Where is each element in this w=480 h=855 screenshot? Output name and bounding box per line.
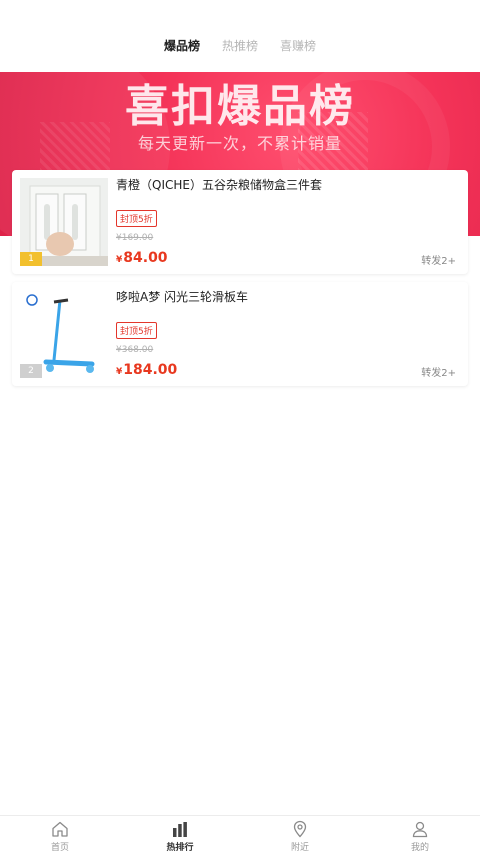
nav-hot-ranking[interactable]: 热排行 [120,816,240,855]
banner-title: 喜扣爆品榜 [125,81,355,132]
product-card[interactable]: 1 青橙（QICHE）五谷杂粮储物盒三件套 封顶5折 ¥169.00 ¥84.0… [12,170,468,274]
tab-earnings[interactable]: 喜赚榜 [280,37,316,54]
price-value: 84.00 [123,250,168,266]
user-icon [412,821,428,838]
nav-label: 附近 [290,843,309,853]
nav-label: 我的 [410,843,429,853]
discount-badge: 封顶5折 [116,210,157,227]
product-card[interactable]: 2 哆啦A梦 闪光三轮滑板车 封顶5折 ¥368.00 ¥184.00 转发2+ [12,282,468,386]
currency-symbol: ¥ [116,255,123,265]
tab-hot-products[interactable]: 爆品榜 [164,37,200,54]
share-count[interactable]: 转发2+ [421,252,456,267]
current-price: ¥184.00 [116,362,177,378]
product-title: 青橙（QICHE）五谷杂粮储物盒三件套 [116,178,322,192]
rank-badge: 1 [20,252,42,266]
rank-badge: 2 [20,364,42,378]
product-title: 哆啦A梦 闪光三轮滑板车 [116,290,249,304]
location-pin-icon [293,820,307,838]
price-value: 184.00 [123,362,178,378]
current-price: ¥84.00 [116,250,168,266]
product-image: 2 [20,290,108,378]
nav-profile[interactable]: 我的 [360,816,480,855]
share-count[interactable]: 转发2+ [421,364,456,379]
bottom-nav: 首页 热排行 附近 我的 [0,815,480,855]
nav-label: 首页 [50,843,69,853]
discount-badge: 封顶5折 [116,322,157,339]
original-price: ¥169.00 [116,233,154,243]
currency-symbol: ¥ [116,367,123,377]
nav-label: 热排行 [166,843,194,853]
nav-nearby[interactable]: 附近 [240,816,360,855]
nav-home[interactable]: 首页 [0,816,120,855]
original-price: ¥368.00 [116,345,154,355]
banner-subtitle: 每天更新一次，不累计销量 [137,134,342,153]
home-icon [52,821,68,837]
ranking-tabs: 爆品榜 热推榜 喜赚榜 [0,0,480,72]
bar-chart-icon [173,822,187,837]
product-image: 1 [20,178,108,266]
tab-hot-promotion[interactable]: 热推榜 [222,37,258,54]
